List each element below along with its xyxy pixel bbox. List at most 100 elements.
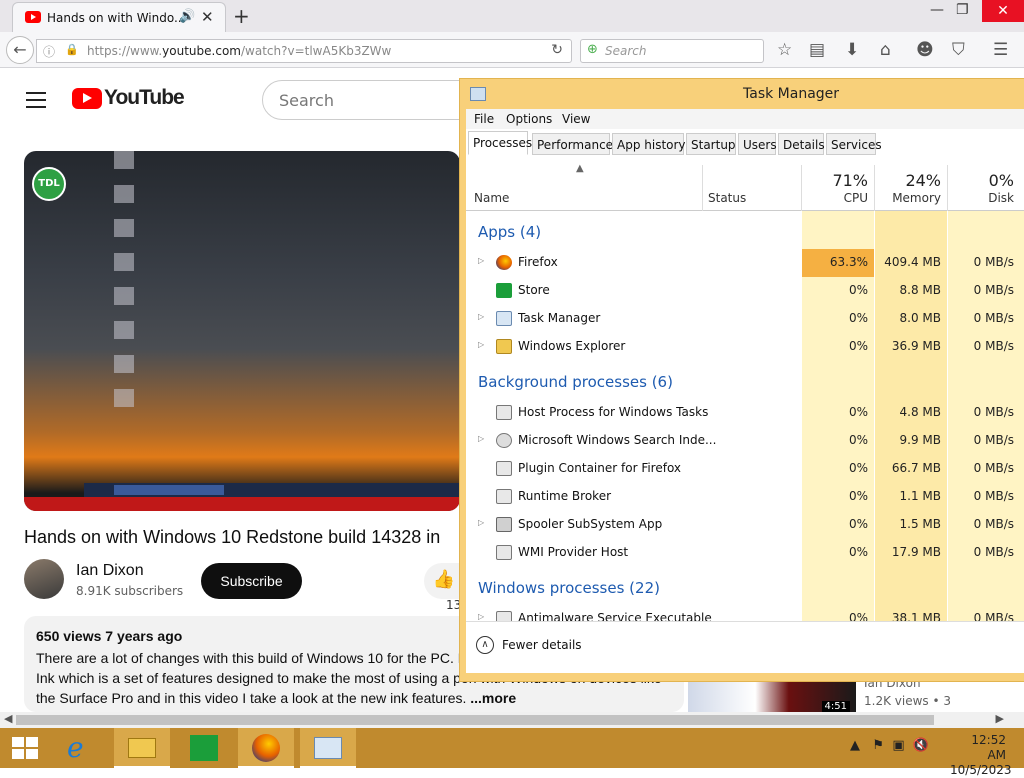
tab-users[interactable]: Users [738,133,777,155]
channel-name[interactable]: Ian Dixon [76,562,144,580]
youtube-logo-text[interactable]: YouTube [104,86,185,110]
browser-tab[interactable]: Hands on with Windo... 🔊 ✕ [12,2,226,32]
table-row[interactable]: ▷ Antimalware Service Executable 0% 38.1… [466,605,1024,621]
taskmanager-icon[interactable] [300,728,356,768]
video-player[interactable]: TDL [24,151,460,511]
info-icon[interactable]: ⓘ [43,43,55,60]
close-window-icon[interactable]: ✕ [982,0,1024,22]
expand-arrow-icon[interactable]: ▷ [478,518,484,527]
avatar[interactable] [24,559,64,599]
ie-icon[interactable]: e [52,728,108,768]
column-cpu[interactable]: CPU [806,191,868,205]
network-icon[interactable]: ▣ [892,738,904,753]
video-title: Hands on with Windows 10 Redstone build … [24,527,441,547]
restore-icon[interactable]: ❐ [956,2,969,18]
url-bar[interactable]: ⓘ 🔒 https://www.youtube.com/watch?v=tlwA… [36,39,572,63]
column-status[interactable]: Status [708,191,746,205]
process-list[interactable]: ▲ Name Status 71% CPU 24% Memory 0% Disk… [466,157,1024,621]
hamburger-icon[interactable] [26,92,46,108]
subscribe-button[interactable]: Subscribe [201,563,302,599]
cpu-cell: 0% [848,339,868,353]
cpu-cell: 0% [848,283,868,297]
tab-services[interactable]: Services [826,133,882,155]
youtube-search-input[interactable]: Search [262,80,462,120]
horizontal-scrollbar[interactable]: ◀ ▶ [0,712,1024,728]
recommended-thumbnail[interactable]: 4:51 [688,678,856,712]
expand-arrow-icon[interactable]: ▷ [478,312,484,321]
tab-performance[interactable]: Performance [532,133,613,155]
more-link[interactable]: ...more [470,690,516,706]
expand-arrow-icon[interactable]: ▷ [478,612,484,621]
tab-title: Hands on with Windo... [47,11,186,25]
flag-icon[interactable]: ⚑ [872,738,884,753]
show-hidden-icons[interactable]: ▲ [850,738,860,753]
menu-icon[interactable]: ☰ [993,40,1008,60]
taskbar-clock[interactable]: 12:52 AM 10/5/2023 [950,733,1012,778]
fewer-details-button[interactable]: Fewer details [502,638,582,652]
like-icon[interactable]: 👍 [424,563,464,599]
disk-cell: 0 MB/s [973,311,1014,325]
table-row[interactable]: ▷ Firefox 63.3% 409.4 MB 0 MB/s [466,249,1024,277]
bookmark-star-icon[interactable]: ☆ [777,40,792,60]
table-row[interactable]: Host Process for Windows Tasks 0% 4.8 MB… [466,399,1024,427]
table-row[interactable]: WMI Provider Host 0% 17.9 MB 0 MB/s [466,539,1024,567]
table-row[interactable]: ▷ Task Manager 0% 8.0 MB 0 MB/s [466,305,1024,333]
column-divider[interactable] [947,165,948,211]
close-tab-icon[interactable]: ✕ [201,8,214,26]
table-row[interactable]: ▷ Microsoft Windows Search Inde... 0% 9.… [466,427,1024,455]
expand-arrow-icon[interactable]: ▷ [478,434,484,443]
home-icon[interactable]: ⌂ [880,40,891,60]
scrollbar-thumb[interactable] [16,715,934,725]
column-disk[interactable]: Disk [956,191,1014,205]
fewer-details-icon[interactable]: ∧ [476,636,494,654]
table-row[interactable]: ▷ Windows Explorer 0% 36.9 MB 0 MB/s [466,333,1024,361]
speaker-icon[interactable]: 🔊 [179,9,195,24]
video-progress-bar[interactable] [24,497,460,511]
reading-list-icon[interactable]: ▤ [809,40,825,60]
start-icon[interactable] [12,737,38,759]
pocket-icon[interactable]: ⛉ [952,40,965,60]
firefox-icon[interactable] [238,728,294,768]
scroll-left-icon[interactable]: ◀ [4,712,12,725]
menu-options[interactable]: Options [506,112,552,126]
table-row[interactable]: Runtime Broker 0% 1.1 MB 0 MB/s [466,483,1024,511]
disk-cell: 0 MB/s [973,433,1014,447]
menu-view[interactable]: View [562,112,590,126]
browser-search-box[interactable]: ⊕ Search [580,39,764,63]
tab-startup[interactable]: Startup [686,133,736,155]
download-icon[interactable]: ⬇ [845,40,859,60]
table-row[interactable]: ▷ Spooler SubSystem App 0% 1.5 MB 0 MB/s [466,511,1024,539]
description-meta: 650 views 7 years ago [36,628,183,644]
cpu-total[interactable]: 71% [806,171,868,190]
disk-total[interactable]: 0% [956,171,1014,190]
new-tab-button[interactable]: + [233,4,250,28]
minimize-icon[interactable]: — [930,2,944,18]
back-icon[interactable]: ← [6,36,34,64]
column-divider[interactable] [702,165,703,211]
column-divider[interactable] [801,165,802,211]
expand-arrow-icon[interactable]: ▷ [478,256,484,265]
tab-processes[interactable]: Processes [468,131,532,155]
menu-file[interactable]: File [474,112,494,126]
scroll-right-icon[interactable]: ▶ [996,712,1004,725]
column-divider[interactable] [874,165,875,211]
chat-icon[interactable]: ☻ [916,40,934,60]
memory-total[interactable]: 24% [878,171,941,190]
tab-app-history[interactable]: App history [612,133,686,155]
search-engine-icon[interactable]: ⊕ [587,42,598,57]
youtube-logo-icon[interactable] [72,88,102,109]
expand-arrow-icon[interactable]: ▷ [478,340,484,349]
column-memory[interactable]: Memory [878,191,941,205]
sort-arrow-icon[interactable]: ▲ [576,163,584,174]
reload-icon[interactable]: ↻ [551,42,563,58]
column-name[interactable]: Name [474,191,509,205]
table-row[interactable]: Plugin Container for Firefox 0% 66.7 MB … [466,455,1024,483]
tab-details[interactable]: Details [778,133,825,155]
memory-cell: 17.9 MB [891,545,941,559]
table-row[interactable]: Store 0% 8.8 MB 0 MB/s [466,277,1024,305]
task-manager-window[interactable]: Task Manager File Options View Processes… [459,78,1024,682]
volume-muted-icon[interactable]: 🔇 [913,738,929,753]
store-icon[interactable] [176,728,232,768]
explorer-icon[interactable] [114,728,170,768]
task-manager-titlebar[interactable]: Task Manager [460,79,1024,109]
